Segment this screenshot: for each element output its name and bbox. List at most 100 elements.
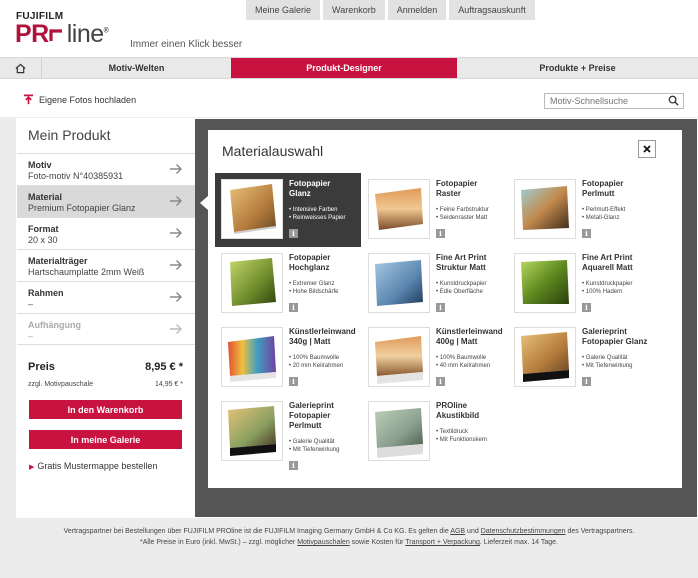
upload-label: Eigene Fotos hochladen [39,94,137,105]
row-value: Hartschaumplatte 2mm Weiß [28,267,145,277]
info-icon[interactable]: i [582,303,591,312]
material-fotopapier-hochglanz[interactable]: FotopapierHochglanz Extremer GlanzHohe B… [215,247,361,321]
material-name: Fotopapier Glanz [289,179,331,198]
arrow-right-icon [170,228,182,238]
home-button[interactable] [0,58,42,78]
motif-fee-label: zzgl. Motivpauschale [28,381,93,388]
popup-title: Materialauswahl [222,143,324,159]
material-fotopapier-raster[interactable]: FotopapierRaster Feine FarbstrukturSeide… [362,173,508,247]
material-kuenstlerleinwand-400g[interactable]: Künstlerleinwand400g | Matt 100% Baumwol… [362,321,508,395]
upload-icon [23,94,34,105]
material-preview-image [521,260,569,304]
material-features: Kunstdruckpapier100% Hadern [582,280,654,296]
tab-product-designer[interactable]: Produkt-Designer [231,58,457,78]
material-fotopapier-glanz[interactable]: FotopapierGlanz Intensive FarbenReinweis… [215,173,361,247]
material-preview-image [375,188,423,230]
material-preview-image [228,336,276,382]
material-fine-art-struktur-matt[interactable]: Fine Art PrintStruktur Matt Kunstdruckpa… [362,247,508,321]
material-name: Fine Art Print Aquarell Matt [582,253,633,272]
material-thumbnail [221,401,283,461]
my-product-title: Mein Produkt [28,127,111,143]
privacy-link[interactable]: Datenschutzbestimmungen [481,528,566,535]
row-value: Foto-motiv N°40385931 [28,171,124,181]
top-nav-cart[interactable]: Warenkorb [323,0,385,20]
motif-fees-link[interactable]: Motivpauschalen [297,539,350,546]
info-icon[interactable]: i [289,303,298,312]
row-label: Format [28,224,59,234]
material-preview-image [230,184,276,234]
product-row-material[interactable]: Material Premium Fotopapier Glanz [17,185,195,217]
product-row-frame[interactable]: Rahmen – [17,281,195,313]
price-value: 8,95 € * [145,361,183,373]
shipping-link[interactable]: Transport + Verpackung [405,539,480,546]
arrow-right-icon [170,164,182,174]
info-icon[interactable]: i [436,377,445,386]
header: Meine Galerie Warenkorb Anmelden Auftrag… [0,0,698,57]
row-value: Premium Fotopapier Glanz [28,203,136,213]
material-name: Galerieprint Fotopapier Perlmutt [289,401,334,430]
row-value: – [28,331,34,341]
material-galerieprint-glanz[interactable]: GalerieprintFotopapier Glanz Galerie Qua… [508,321,654,395]
tab-motif-worlds[interactable]: Motiv-Welten [42,58,231,78]
quick-search-input[interactable] [544,93,684,109]
info-icon[interactable]: i [289,229,298,238]
add-to-gallery-button[interactable]: In meine Galerie [29,430,182,449]
main-nav: Motiv-Welten Produkt-Designer Produkte +… [0,57,698,79]
info-icon[interactable]: i [436,303,445,312]
info-icon[interactable]: i [582,377,591,386]
info-icon[interactable]: i [582,229,591,238]
order-sample-folder-link[interactable]: ▶ Gratis Mustermappe bestellen [29,461,157,471]
proline-logo[interactable]: PR line® [15,20,109,49]
arrow-right-icon [170,324,182,334]
row-value: – [28,299,34,309]
tab-products-prices[interactable]: Produkte + Preise [457,58,698,78]
top-nav-login[interactable]: Anmelden [387,0,447,20]
material-features: TextildruckMit Funktionskern [436,428,508,444]
material-preview-image [375,336,423,384]
material-features: Intensive FarbenReinweisses Papier [289,206,361,222]
product-row-motif[interactable]: Motiv Foto-motiv N°40385931 [17,153,195,185]
logo-line: line [66,20,104,48]
material-fotopapier-perlmutt[interactable]: FotopapierPerlmutt Perlmutt-EffektMetall… [508,173,654,247]
material-thumbnail [221,179,283,239]
material-features: 100% Baumwolle20 mm Keilrahmen [289,354,361,370]
top-nav: Meine Galerie Warenkorb Anmelden Auftrag… [246,0,535,20]
close-icon [643,145,651,153]
material-thumbnail [221,253,283,313]
info-icon[interactable]: i [436,229,445,238]
material-thumbnail [514,253,576,313]
material-features: Perlmutt-EffektMetall-Glanz [582,206,654,222]
info-icon[interactable]: i [289,377,298,386]
material-thumbnail [368,253,430,313]
material-features: 100% Baumwolle40 mm Keilrahmen [436,354,508,370]
add-to-cart-button[interactable]: In den Warenkorb [29,400,182,419]
product-row-carrier[interactable]: Materialträger Hartschaumplatte 2mm Weiß [17,249,195,281]
logo-registered: ® [103,27,109,35]
product-row-hanging: Aufhängung – [17,313,195,345]
top-nav-order-status[interactable]: Auftragsauskunft [449,0,535,20]
material-galerieprint-perlmutt[interactable]: GalerieprintFotopapierPerlmutt Galerie Q… [215,395,361,475]
close-button[interactable] [638,140,656,158]
price-label: Preis [28,361,55,373]
material-proline-akustikbild[interactable]: PROlineAkustikbild TextildruckMit Funkti… [362,395,508,469]
tagline: Immer einen Klick besser [130,39,243,50]
material-features: Extremer GlanzHohe Bildschärfe [289,280,361,296]
product-row-format[interactable]: Format 20 x 30 [17,217,195,249]
upload-photos-link[interactable]: Eigene Fotos hochladen [23,94,136,105]
footer-line-contract: Vertragspartner bei Bestellungen über FU… [63,528,635,535]
material-preview-image [375,260,423,306]
top-nav-my-gallery[interactable]: Meine Galerie [246,0,321,20]
info-icon[interactable]: i [289,461,298,470]
material-name: Künstlerleinwand 340g | Matt [289,327,356,346]
material-fine-art-aquarell-matt[interactable]: Fine Art PrintAquarell Matt Kunstdruckpa… [508,247,654,321]
material-kuenstlerleinwand-340g[interactable]: Künstlerleinwand340g | Matt 100% Baumwol… [215,321,361,395]
material-thumbnail [368,179,430,239]
material-preview-image [375,408,423,458]
agb-link[interactable]: AGB [450,528,465,535]
material-thumbnail [514,179,576,239]
material-features: KunstdruckpapierEdle Oberfläche [436,280,508,296]
material-features: Galerie QualitätMit Tiefenwirkung [289,438,361,454]
row-label: Material [28,192,63,202]
search-icon[interactable] [668,95,679,106]
material-name: Fotopapier Raster [436,179,478,198]
